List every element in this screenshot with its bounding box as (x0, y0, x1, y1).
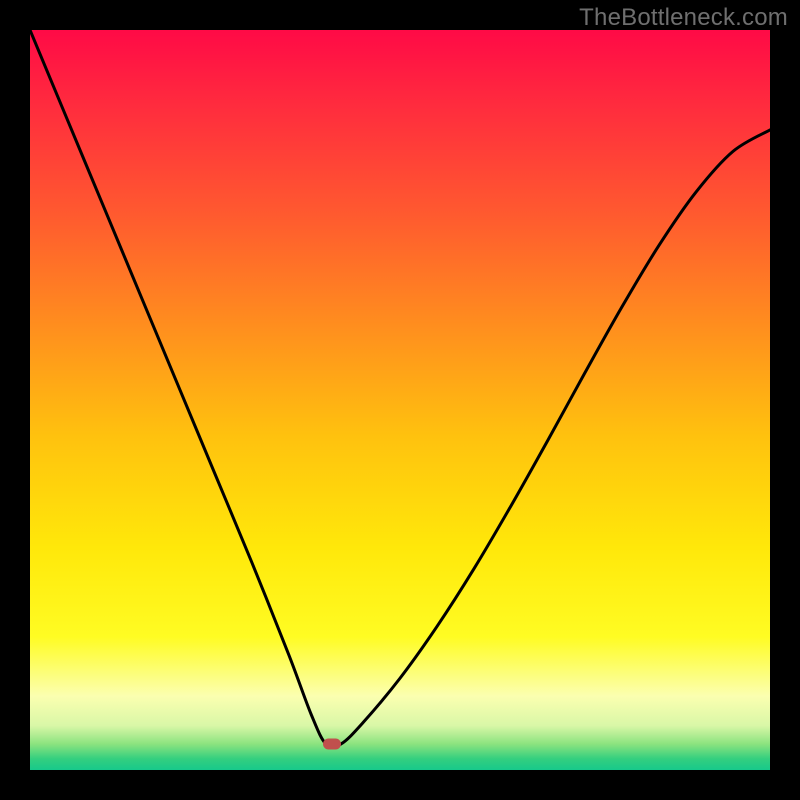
watermark-text: TheBottleneck.com (579, 4, 788, 32)
curve-layer (30, 30, 770, 770)
plot-area (30, 30, 770, 770)
chart-frame: TheBottleneck.com (0, 0, 800, 800)
minimum-marker (323, 739, 341, 750)
bottleneck-curve (30, 30, 770, 747)
